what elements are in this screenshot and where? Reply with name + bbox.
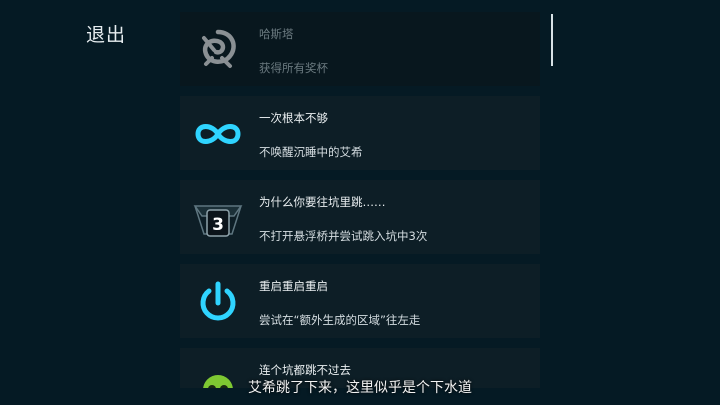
achievement-item[interactable]: 重启重启重启 尝试在“额外生成的区域”往左走 bbox=[180, 264, 540, 338]
achievement-title: 哈斯塔 bbox=[259, 27, 294, 41]
achievement-title: 重启重启重启 bbox=[259, 279, 328, 293]
achievement-list[interactable]: 哈斯塔 获得所有奖杯 一次根本不够 不唤醒沉睡中的艾希 3 为什么你要往坑里跳…… bbox=[180, 12, 540, 388]
achievement-description: 尝试在“额外生成的区域”往左走 bbox=[259, 313, 421, 327]
infinity-icon bbox=[192, 108, 244, 160]
achievement-description: 不打开悬浮桥并尝试跳入坑中3次 bbox=[259, 229, 428, 243]
achievement-title: 为什么你要往坑里跳…… bbox=[259, 195, 386, 209]
achievement-description: 不唤醒沉睡中的艾希 bbox=[259, 145, 363, 159]
achievement-item[interactable]: 哈斯塔 获得所有奖杯 bbox=[180, 12, 540, 86]
achievement-title: 一次根本不够 bbox=[259, 111, 328, 125]
hastur-sigil-icon bbox=[192, 24, 244, 76]
achievement-item[interactable]: 3 为什么你要往坑里跳…… 不打开悬浮桥并尝试跳入坑中3次 bbox=[180, 180, 540, 254]
pit-three-icon: 3 bbox=[192, 192, 244, 244]
dialogue-subtitle: 艾希跳了下来，这里似乎是个下水道 bbox=[248, 380, 472, 396]
scrollbar[interactable] bbox=[551, 14, 553, 66]
achievement-title: 连个坑都跳不过去 bbox=[259, 363, 351, 377]
pit-three-number: 3 bbox=[212, 215, 224, 235]
achievement-item[interactable]: 一次根本不够 不唤醒沉睡中的艾希 bbox=[180, 96, 540, 170]
exit-button[interactable]: 退出 bbox=[86, 20, 126, 47]
achievement-description: 获得所有奖杯 bbox=[259, 61, 328, 75]
power-icon bbox=[192, 276, 244, 328]
